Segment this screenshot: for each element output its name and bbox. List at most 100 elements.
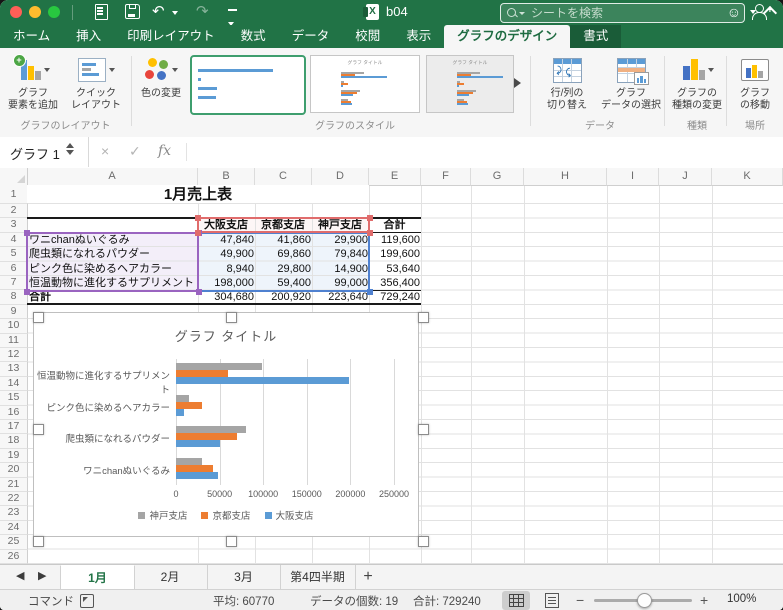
table-header-合計[interactable]: 合計 (369, 218, 420, 232)
table-cell-value[interactable]: 356,400 (369, 276, 424, 290)
add-chart-element-button[interactable]: + グラフ 要素を追加 (2, 53, 64, 111)
ribbon-tab-書式[interactable]: 書式 (570, 25, 622, 48)
red-range-handle[interactable] (194, 214, 201, 221)
red-range-handle[interactable] (194, 229, 201, 236)
row-header-14[interactable]: 14 (0, 376, 28, 392)
chart-selection-handle[interactable] (418, 536, 429, 547)
ribbon-tab-校閲[interactable]: 校閲 (342, 25, 393, 48)
row-header-9[interactable]: 9 (0, 304, 28, 320)
chart[interactable]: グラフ タイトル 0 50000 100000 150000 200000 250000 恒温… (33, 312, 419, 537)
select-all-corner[interactable] (0, 168, 28, 186)
row-header-17[interactable]: 17 (0, 420, 28, 435)
selection-mode-icon[interactable] (80, 594, 94, 608)
sheet-tab-1月[interactable]: 1月 (60, 565, 135, 590)
column-header-H[interactable]: H (524, 168, 607, 186)
prev-sheet-icon[interactable]: ◀ (16, 569, 24, 582)
ribbon-tab-グラフのデザイン[interactable]: グラフのデザイン (444, 25, 571, 48)
cancel-icon[interactable]: × (101, 143, 109, 159)
row-header-18[interactable]: 18 (0, 434, 28, 449)
ribbon-tab-印刷レイアウト[interactable]: 印刷レイアウト (114, 25, 228, 48)
sheet-tab-3月[interactable]: 3月 (207, 565, 281, 589)
red-range-handle[interactable] (366, 229, 373, 236)
change-chart-type-button[interactable]: グラフの 種類の変更 (668, 53, 726, 111)
sheet-tab-2月[interactable]: 2月 (133, 565, 208, 589)
chart-style-thumbnail[interactable]: グラフ タイトル (426, 55, 514, 113)
column-header-G[interactable]: G (471, 168, 524, 186)
chart-title[interactable]: グラフ タイトル (34, 326, 418, 345)
normal-view-button[interactable] (502, 591, 530, 610)
worksheet-grid[interactable]: A B C D E F G H I J K 1 2 3 4 5 6 7 8 9 10 11 12 13 14 15 16 17 18 19… (0, 168, 783, 564)
row-header-16[interactable]: 16 (0, 405, 28, 420)
row-header-15[interactable]: 15 (0, 391, 28, 406)
chart-style-thumbnail[interactable]: グラフ タイトル (310, 55, 420, 113)
ribbon-tab-数式[interactable]: 数式 (228, 25, 279, 48)
zoom-window-button[interactable] (48, 6, 60, 18)
switch-row-column-button[interactable]: ⤸ ⤹ 行/列の 切り替え (536, 53, 598, 111)
row-header-20[interactable]: 20 (0, 463, 28, 478)
row-header-25[interactable]: 25 (0, 535, 28, 550)
row-header-10[interactable]: 10 (0, 319, 28, 334)
formula-input[interactable] (190, 137, 783, 167)
name-box-stepper[interactable] (66, 143, 74, 155)
table-cell-value[interactable]: 53,640 (369, 262, 424, 276)
chart-values-range-highlight[interactable] (196, 231, 370, 292)
chart-selection-handle[interactable] (33, 424, 44, 435)
page-layout-view-button[interactable] (538, 591, 566, 610)
chart-selection-handle[interactable] (226, 312, 237, 323)
zoom-out-button[interactable]: − (576, 592, 584, 608)
zoom-slider-thumb[interactable] (637, 593, 652, 608)
purple-range-handle[interactable] (195, 288, 202, 295)
chart-selection-handle[interactable] (226, 536, 237, 547)
search-scope-caret[interactable] (519, 12, 525, 15)
purple-range-handle[interactable] (23, 229, 30, 236)
row-header-23[interactable]: 23 (0, 506, 28, 521)
add-sheet-button[interactable]: + (355, 565, 381, 589)
enter-icon[interactable]: ✓ (129, 143, 141, 160)
search-input[interactable] (529, 4, 738, 22)
move-chart-button[interactable]: グラフ の移動 (729, 53, 781, 111)
chart-selection-handle[interactable] (33, 536, 44, 547)
ribbon-tab-表示[interactable]: 表示 (393, 25, 444, 48)
red-range-handle[interactable] (366, 214, 373, 221)
table-cell-value[interactable]: 199,600 (369, 247, 424, 261)
insert-function-icon[interactable]: fx (158, 143, 171, 159)
change-colors-button[interactable]: 色の変更 (134, 53, 188, 100)
undo-icon[interactable]: ↶ (152, 3, 165, 20)
zoom-in-button[interactable]: + (700, 592, 708, 608)
ribbon-tab-ホーム[interactable]: ホーム (0, 25, 63, 48)
row-header-13[interactable]: 13 (0, 362, 28, 377)
chart-selection-handle[interactable] (33, 312, 44, 323)
column-header-K[interactable]: K (712, 168, 783, 186)
save-icon[interactable] (125, 4, 140, 19)
name-box[interactable]: グラフ 1 (0, 137, 89, 167)
next-sheet-icon[interactable]: ▶ (38, 569, 46, 582)
row-header-21[interactable]: 21 (0, 477, 28, 492)
chart-series-names-range-highlight[interactable] (196, 216, 370, 233)
column-header-F[interactable]: F (421, 168, 471, 186)
column-header-B[interactable]: B (198, 168, 255, 186)
sheet-search-box[interactable] (500, 3, 745, 23)
smiley-dropdown-caret[interactable] (750, 9, 756, 14)
column-header-J[interactable]: J (659, 168, 712, 186)
row-header-2[interactable]: 2 (0, 204, 28, 219)
row-header-1[interactable]: 1 (0, 185, 28, 204)
chart-style-thumbnail-selected[interactable] (190, 55, 306, 115)
gallery-next-icon[interactable] (514, 78, 521, 88)
sheet-title-cell[interactable]: 1月売上表 (27, 185, 369, 203)
blue-range-handle[interactable] (366, 288, 373, 295)
close-button[interactable] (10, 6, 22, 18)
select-data-button[interactable]: グラフ データの選択 (598, 53, 664, 111)
undo-dropdown-caret[interactable] (172, 11, 178, 15)
column-header-A[interactable]: A (27, 168, 198, 186)
ribbon-tab-挿入[interactable]: 挿入 (63, 25, 114, 48)
table-cell-value[interactable]: 119,600 (369, 233, 424, 247)
chart-selection-handle[interactable] (418, 424, 429, 435)
row-header-5[interactable]: 5 (0, 247, 28, 262)
row-header-19[interactable]: 19 (0, 448, 28, 464)
column-header-D[interactable]: D (312, 168, 369, 186)
column-header-I[interactable]: I (607, 168, 659, 186)
sheet-tab-第4四半期[interactable]: 第4四半期 (280, 565, 356, 589)
quick-layout-button[interactable]: クイック レイアウト (64, 53, 128, 111)
row-header-11[interactable]: 11 (0, 333, 28, 348)
row-header-22[interactable]: 22 (0, 492, 28, 507)
